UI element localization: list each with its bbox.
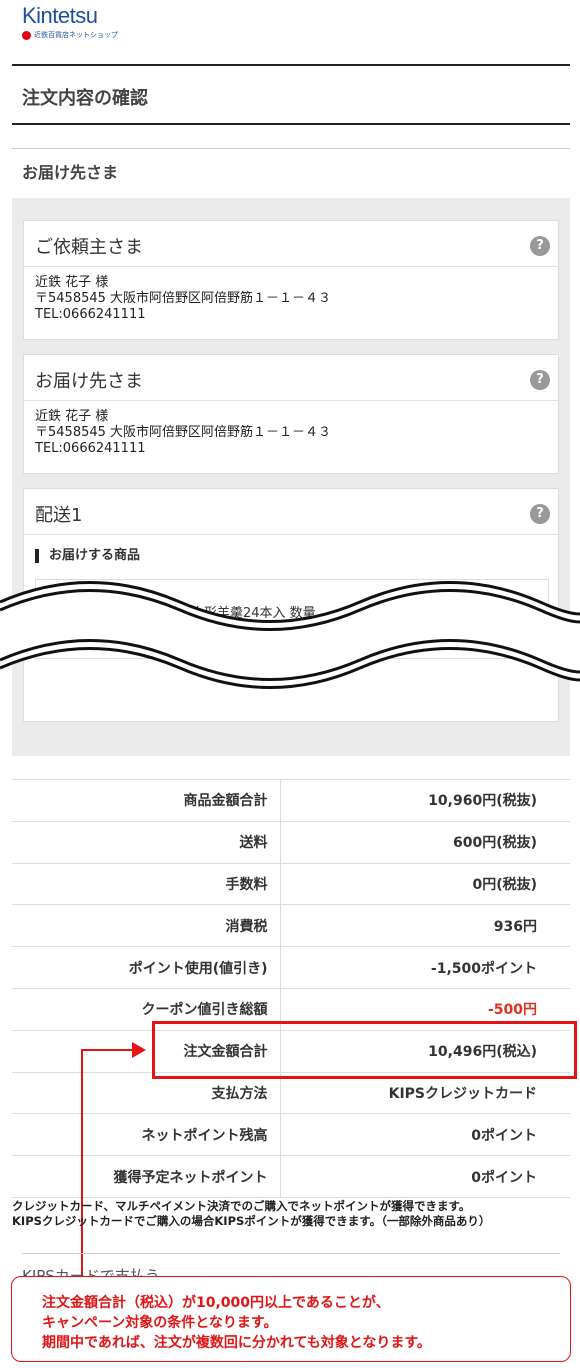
callout-line: 期間中であれば、注文が複数回に分かれても対象となります。: [42, 1335, 431, 1351]
header-divider: [12, 64, 570, 66]
shipping-card-header: 配送1 ?: [24, 489, 558, 535]
logo-mark-icon: [22, 30, 31, 40]
arrow-right-icon: [132, 1042, 146, 1058]
summary-label: 獲得予定ネットポイント: [12, 1155, 281, 1198]
recipient-card-header: お届け先さま ?: [24, 355, 558, 401]
point-notes: クレジットカード、マルチペイメント決済でのご購入でネットポイントが獲得できます。…: [12, 1199, 490, 1229]
page-title: 注文内容の確認: [22, 88, 148, 109]
summary-value: 0ポイント: [280, 1155, 570, 1198]
summary-label: 商品金額合計: [12, 779, 281, 822]
shipping-card-title: 配送1: [35, 505, 83, 526]
items-label: お届けする商品: [35, 549, 140, 563]
logo-brand-text: Kintetsu: [22, 3, 98, 28]
section-divider: [12, 148, 570, 149]
table-row: ネットポイント残高 0ポイント: [12, 1113, 570, 1157]
requester-postal-address: 〒5458545 大阪市阿倍野区阿倍野筋１－１－４３: [35, 291, 332, 306]
recipient-address: 近鉄 花子 様 〒5458545 大阪市阿倍野区阿倍野筋１－１－４３ TEL:0…: [24, 401, 558, 465]
recipient-name: 近鉄 花子 様: [35, 409, 109, 424]
table-row: 送料 600円(税抜): [12, 821, 570, 864]
recipient-postal-address: 〒5458545 大阪市阿倍野区阿倍野筋１－１－４３: [35, 425, 332, 440]
annotation-connector-horizontal: [81, 1049, 133, 1051]
summary-label: 手数料: [12, 863, 281, 906]
requester-card: ご依頼主さま ? 近鉄 花子 様 〒5458545 大阪市阿倍野区阿倍野筋１－１…: [23, 220, 559, 340]
note-line: KIPSクレジットカードでご購入の場合KIPSポイントが獲得できます。（一部除外…: [12, 1214, 491, 1228]
callout-line: 注文金額合計（税込）が10,000円以上であることが、: [42, 1295, 390, 1311]
table-row: 手数料 0円(税抜): [12, 863, 570, 906]
logo-subtitle-text: 近鉄百貨店ネットショップ: [34, 31, 118, 39]
kintetsu-logo[interactable]: Kintetsu 近鉄百貨店ネットショップ: [22, 3, 162, 43]
requester-card-header: ご依頼主さま ?: [24, 221, 558, 267]
requester-phone: TEL:0666241111: [35, 307, 146, 322]
summary-value: 10,960円(税抜): [280, 779, 570, 822]
summary-value: 0円(税抜): [280, 863, 570, 906]
help-icon[interactable]: ?: [530, 236, 550, 256]
logo-subtitle: 近鉄百貨店ネットショップ: [22, 30, 118, 40]
summary-value: -1,500ポイント: [280, 946, 570, 989]
summary-value: 0ポイント: [280, 1113, 570, 1157]
help-icon[interactable]: ?: [530, 504, 550, 524]
requester-card-title: ご依頼主さま: [35, 237, 143, 258]
help-icon[interactable]: ?: [530, 370, 550, 390]
title-divider: [12, 123, 570, 125]
callout-line: キャンペーン対象の条件となります。: [42, 1315, 278, 1331]
recipient-card-title: お届け先さま: [35, 371, 143, 392]
order-total-highlight: [152, 1021, 577, 1079]
requester-address: 近鉄 花子 様 〒5458545 大阪市阿倍野区阿倍野筋１－１－４３ TEL:0…: [24, 267, 558, 331]
recipient-phone: TEL:0666241111: [35, 441, 146, 456]
annotation-connector-vertical: [81, 1049, 83, 1277]
campaign-callout: 注文金額合計（税込）が10,000円以上であることが、 キャンペーン対象の条件と…: [11, 1276, 571, 1362]
summary-label: ネットポイント残高: [12, 1113, 281, 1157]
omission-wave-cut: [0, 581, 580, 689]
summary-label: ポイント使用(値引き): [12, 946, 281, 989]
order-summary-table: 商品金額合計 10,960円(税抜) 送料 600円(税抜) 手数料 0円(税抜…: [12, 779, 570, 1198]
summary-value: 600円(税抜): [280, 821, 570, 864]
table-row: 商品金額合計 10,960円(税抜): [12, 779, 570, 822]
note-line: クレジットカード、マルチペイメント決済でのご購入でネットポイントが獲得できます。: [12, 1199, 471, 1213]
summary-label: 送料: [12, 821, 281, 864]
table-row: 消費税 936円: [12, 904, 570, 948]
recipient-card: お届け先さま ? 近鉄 花子 様 〒5458545 大阪市阿倍野区阿倍野筋１－１…: [23, 354, 559, 474]
summary-value: 936円: [280, 904, 570, 948]
summary-label: 消費税: [12, 904, 281, 948]
section-title: お届け先さま: [22, 163, 119, 182]
table-row: 獲得予定ネットポイント 0ポイント: [12, 1155, 570, 1198]
requester-name: 近鉄 花子 様: [35, 275, 109, 290]
notes-divider: [22, 1253, 560, 1254]
table-row: ポイント使用(値引き) -1,500ポイント: [12, 946, 570, 989]
